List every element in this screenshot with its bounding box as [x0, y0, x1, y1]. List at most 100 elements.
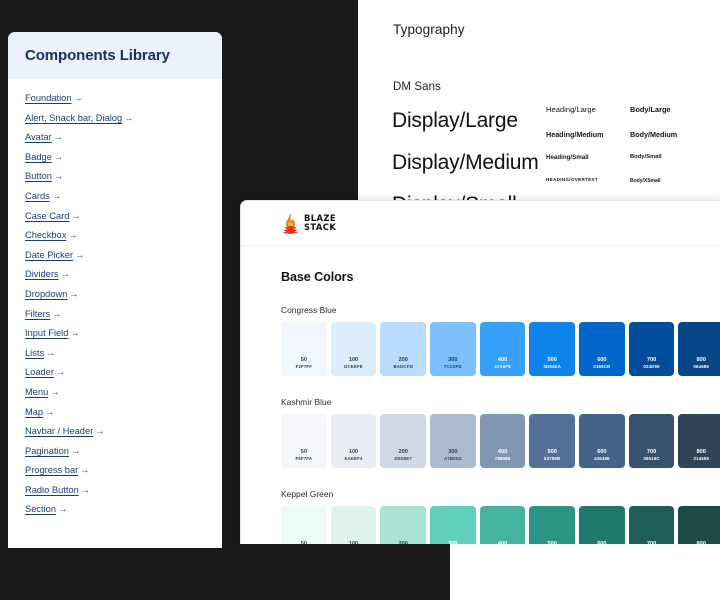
- color-swatch[interactable]: 300 7CC0FD: [430, 322, 476, 376]
- color-ramp-congress-blue: Congress Blue 50 F2F7FF 100 DCEEFE 200 BADCFD 3…: [281, 305, 720, 376]
- sidebar-item-input-field[interactable]: Input Field →: [25, 328, 80, 338]
- sidebar-item-button[interactable]: Button →: [25, 171, 63, 181]
- color-swatch[interactable]: 700 024D99: [628, 322, 675, 376]
- color-swatch[interactable]: 50 F2F7FF: [281, 322, 327, 376]
- color-swatch[interactable]: 7001C5F57: [628, 506, 675, 544]
- swatch-step: 400: [497, 448, 508, 455]
- swatch-labels: 8001A4B45: [678, 541, 720, 544]
- color-swatch[interactable]: 800 064686: [678, 322, 720, 376]
- sidebar-item-checkbox[interactable]: Checkbox →: [25, 230, 78, 240]
- swatch-step: 50: [300, 448, 307, 455]
- sidebar-item-pagination[interactable]: Pagination →: [25, 446, 80, 456]
- color-swatch[interactable]: 200A9E4D7: [380, 506, 427, 544]
- color-swatch[interactable]: 100 DCEEFE: [330, 322, 377, 376]
- sidebar-item-label: Button: [25, 171, 52, 182]
- sidebar-item-label: Filters: [25, 308, 51, 319]
- color-swatch[interactable]: 50EFFAF7: [281, 506, 327, 544]
- swatch-labels: 7001C5F57: [629, 541, 675, 544]
- sidebar-item-label: Navbar / Header: [25, 426, 94, 437]
- body-medium-sample: Body/Medium: [630, 129, 678, 139]
- arrow-right-icon: →: [50, 386, 60, 397]
- color-swatch[interactable]: 800 314559: [678, 414, 720, 468]
- swatch-hex: 54799B: [544, 456, 561, 462]
- color-swatch[interactable]: 50 F5F7FA: [281, 414, 327, 468]
- sidebar-item-section[interactable]: Section →: [25, 504, 67, 514]
- sidebar-item-progress-bar[interactable]: Progress bar →: [25, 465, 90, 475]
- color-swatch[interactable]: 500 0D84EA: [529, 322, 576, 376]
- sidebar-item-filters[interactable]: Filters →: [25, 309, 62, 319]
- swatch-hex: 38516C: [643, 456, 660, 462]
- swatch-labels: 100D7F2EB: [331, 541, 377, 544]
- color-swatch[interactable]: 500 54799B: [529, 414, 576, 468]
- swatch-hex: F2F7FF: [295, 364, 313, 370]
- sidebar-item-radio-button[interactable]: Radio Button →: [25, 485, 90, 495]
- sidebar-item-menu[interactable]: Menu →: [25, 387, 60, 397]
- color-swatch[interactable]: 600 436486: [579, 414, 625, 468]
- swatch-hex: EAEEF4: [344, 456, 363, 462]
- color-swatch[interactable]: 200 D0D8E7: [380, 414, 427, 468]
- sidebar-item-lists[interactable]: Lists →: [25, 348, 55, 358]
- body-scale-column: Body/Large Body/Medium Body/Small Body/X…: [630, 105, 677, 184]
- sidebar-item-label: Avatar: [25, 132, 52, 143]
- color-swatch[interactable]: 8001A4B45: [678, 506, 720, 544]
- sidebar-item-avatar[interactable]: Avatar →: [25, 132, 63, 142]
- sidebar-item-alert-snack-bar-dialog[interactable]: Alert, Snack bar, Dialog →: [25, 113, 133, 123]
- color-swatch[interactable]: 200 BADCFD: [380, 322, 427, 376]
- color-swatch[interactable]: 700 38516C: [628, 414, 675, 468]
- sidebar-item-foundation[interactable]: Foundation →: [25, 93, 83, 103]
- swatch-labels: 40046B5A3: [480, 541, 526, 544]
- color-swatch[interactable]: 3006ECFBF: [430, 506, 476, 544]
- base-colors-heading: Base Colors: [281, 270, 354, 284]
- sidebar-item-dropdown[interactable]: Dropdown →: [25, 289, 79, 299]
- swatch-step: 100: [348, 448, 359, 455]
- color-ramp-name: Keppel Green: [281, 489, 334, 499]
- swatch-labels: 300 7CC0FD: [430, 357, 476, 370]
- color-swatch[interactable]: 6001E786C: [579, 506, 625, 544]
- swatch-step: 800: [696, 356, 706, 363]
- sidebar-item-label: Dropdown: [25, 288, 68, 299]
- sidebar-item-badge[interactable]: Badge →: [25, 152, 63, 162]
- color-swatch[interactable]: 400 37A0F9: [479, 322, 526, 376]
- swatch-labels: 800 314559: [678, 449, 720, 462]
- arrow-right-icon: →: [45, 406, 55, 417]
- arrow-right-icon: →: [55, 367, 66, 378]
- components-library-list[interactable]: Foundation → Alert, Snack bar, Dialog → Avat…: [8, 79, 222, 514]
- arrow-right-icon: →: [51, 190, 62, 201]
- swatch-step: 400: [497, 540, 508, 544]
- swatch-hex: DCEEFE: [344, 364, 363, 370]
- sidebar-item-map[interactable]: Map →: [25, 407, 54, 417]
- sidebar-item-label: Menu: [25, 386, 49, 397]
- swatch-labels: 200 BADCFD: [380, 357, 426, 370]
- swatch-labels: 300 A7B0D2: [430, 449, 476, 462]
- sidebar-item-loader[interactable]: Loader →: [25, 367, 65, 377]
- heading-medium-sample: Heading/Medium: [546, 129, 604, 139]
- color-swatch[interactable]: 600 0166CB: [579, 322, 625, 376]
- swatch-step: 400: [497, 356, 508, 363]
- sidebar-item-dividers[interactable]: Dividers →: [25, 269, 70, 279]
- swatch-hex: BADCFD: [393, 364, 413, 370]
- sidebar-item-date-picker[interactable]: Date Picker →: [25, 250, 84, 260]
- color-swatch[interactable]: 40046B5A3: [479, 506, 526, 544]
- color-swatch[interactable]: 5002A9587: [529, 506, 576, 544]
- swatch-labels: 100 DCEEFE: [331, 357, 377, 370]
- color-swatch-row: 50 F2F7FF 100 DCEEFE 200 BADCFD 300 7CC0FD 400 37…: [281, 322, 720, 376]
- color-swatch[interactable]: 100 EAEEF4: [330, 414, 377, 468]
- arrow-right-icon: →: [80, 465, 90, 476]
- swatch-hex: 7CC0FD: [443, 364, 462, 370]
- color-swatch[interactable]: 300 A7B0D2: [430, 414, 476, 468]
- swatch-step: 800: [696, 540, 706, 544]
- arrow-right-icon: →: [80, 484, 91, 495]
- swatch-step: 500: [547, 448, 557, 455]
- arrow-right-icon: →: [69, 288, 79, 299]
- heading-overtext-sample: HEADING/OVERTEXT: [546, 177, 599, 182]
- sidebar-item-cards[interactable]: Cards →: [25, 191, 61, 201]
- blazestack-logo[interactable]: BLAZE STACK: [281, 213, 336, 234]
- color-swatch[interactable]: 100D7F2EB: [330, 506, 377, 544]
- color-swatch[interactable]: 400 789988: [479, 414, 526, 468]
- sidebar-item-case-card[interactable]: Case Card →: [25, 211, 81, 221]
- sidebar-item-navbar-header[interactable]: Navbar / Header →: [25, 426, 105, 436]
- swatch-step: 200: [398, 540, 408, 544]
- sidebar-item-label: Progress bar: [25, 465, 79, 476]
- arrow-right-icon: →: [58, 504, 68, 515]
- font-family-name: DM Sans: [393, 81, 441, 93]
